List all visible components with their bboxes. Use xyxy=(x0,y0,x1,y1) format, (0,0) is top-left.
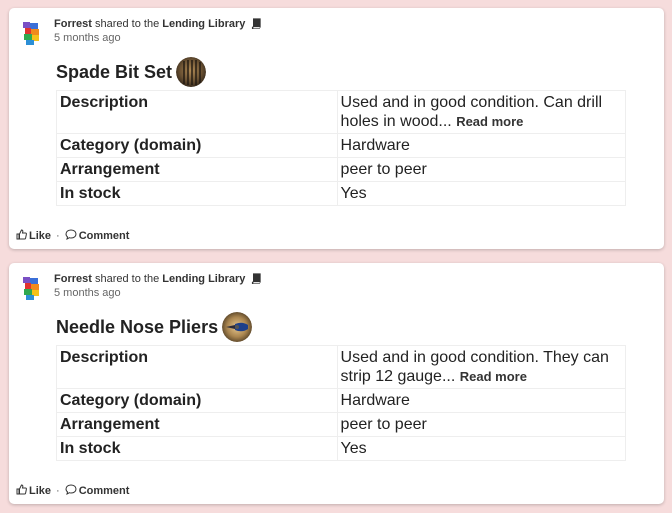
row-key: Description xyxy=(56,345,338,389)
post-card: Forrest shared to the Lending Library 5 … xyxy=(9,8,664,249)
table-row: Arrangement peer to peer xyxy=(56,157,627,182)
item-title[interactable]: Spade Bit Set xyxy=(56,62,172,83)
row-key: Arrangement xyxy=(56,157,338,182)
speech-bubble-icon xyxy=(65,484,79,498)
table-row: In stock Yes xyxy=(56,436,627,461)
table-row: Arrangement peer to peer xyxy=(56,412,627,437)
like-button[interactable]: Like xyxy=(16,484,51,498)
row-key: Description xyxy=(56,90,338,134)
row-key: In stock xyxy=(56,436,338,461)
item-details-table: Description Used and in good condition. … xyxy=(56,90,627,206)
shared-text: shared to the xyxy=(94,273,160,285)
item-thumbnail[interactable] xyxy=(176,57,207,87)
post-header: Forrest shared to the Lending Library xyxy=(54,273,262,285)
table-row: In stock Yes xyxy=(56,181,627,206)
actions-separator: · xyxy=(56,230,60,242)
post-actions: Like · Comment xyxy=(16,484,129,498)
read-more-link[interactable]: Read more xyxy=(460,369,527,384)
author-link[interactable]: Forrest xyxy=(54,273,92,285)
table-row: Description Used and in good condition. … xyxy=(56,90,627,134)
group-link[interactable]: Lending Library xyxy=(162,18,245,30)
row-key: Category (domain) xyxy=(56,133,338,158)
group-link[interactable]: Lending Library xyxy=(162,273,245,285)
row-value: peer to peer xyxy=(336,412,627,437)
post-card: Forrest shared to the Lending Library 5 … xyxy=(9,263,664,504)
table-row: Category (domain) Hardware xyxy=(56,388,627,413)
shared-text: shared to the xyxy=(94,18,160,30)
item-thumbnail[interactable] xyxy=(222,312,253,342)
book-icon xyxy=(251,18,262,30)
author-link[interactable]: Forrest xyxy=(54,18,92,30)
row-value: Yes xyxy=(336,436,627,461)
row-key: Arrangement xyxy=(56,412,338,437)
comment-button[interactable]: Comment xyxy=(65,229,130,243)
post-header: Forrest shared to the Lending Library xyxy=(54,18,262,30)
read-more-link[interactable]: Read more xyxy=(456,114,523,129)
row-key: In stock xyxy=(56,181,338,206)
actions-separator: · xyxy=(56,485,60,497)
avatar[interactable] xyxy=(22,21,42,47)
row-value: Used and in good condition. Can drill ho… xyxy=(336,90,627,134)
row-value: Hardware xyxy=(336,133,627,158)
table-row: Category (domain) Hardware xyxy=(56,133,627,158)
thumbs-up-icon xyxy=(16,484,29,498)
book-icon xyxy=(251,273,262,285)
thumbs-up-icon xyxy=(16,229,29,243)
item-title-row: Spade Bit Set xyxy=(56,57,207,87)
row-value: Used and in good condition. They can str… xyxy=(336,345,627,389)
speech-bubble-icon xyxy=(65,229,79,243)
item-title-row: Needle Nose Pliers xyxy=(56,312,253,342)
like-button[interactable]: Like xyxy=(16,229,51,243)
comment-label: Comment xyxy=(78,230,130,242)
table-row: Description Used and in good condition. … xyxy=(56,345,627,389)
comment-button[interactable]: Comment xyxy=(65,484,130,498)
post-timestamp[interactable]: 5 months ago xyxy=(54,32,121,44)
like-label: Like xyxy=(29,485,52,497)
row-value: peer to peer xyxy=(336,157,627,182)
post-actions: Like · Comment xyxy=(16,229,129,243)
like-label: Like xyxy=(29,230,52,242)
comment-label: Comment xyxy=(78,485,130,497)
item-details-table: Description Used and in good condition. … xyxy=(56,345,627,461)
row-value: Hardware xyxy=(336,388,627,413)
post-timestamp[interactable]: 5 months ago xyxy=(54,287,121,299)
row-key: Category (domain) xyxy=(56,388,338,413)
item-title[interactable]: Needle Nose Pliers xyxy=(56,317,218,338)
avatar[interactable] xyxy=(22,276,42,302)
row-value: Yes xyxy=(336,181,627,206)
